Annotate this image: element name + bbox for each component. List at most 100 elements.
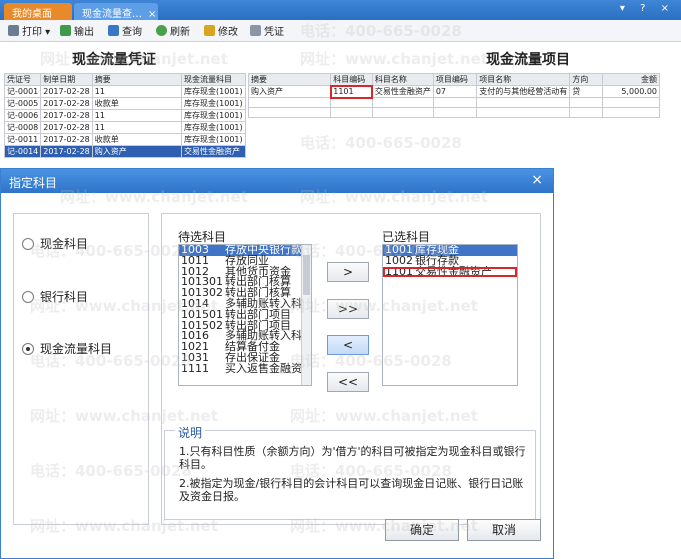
radio-icon[interactable] [22,238,34,250]
cell: 记-0001 [3,85,42,98]
table-row[interactable]: 记-0005 2017-02-28 收款单 库存现金(1001) [3,97,246,110]
radio-checked-icon[interactable] [22,343,34,355]
description-title: 说明 [175,424,206,441]
refresh-button[interactable]: 刷新 [156,23,190,39]
cell: 2017-02-28 [40,145,93,158]
radio-label: 现金科目 [40,237,89,251]
dialog-title-bar[interactable]: 指定科目 × [1,169,553,193]
table-header: 摘要 科目编码 科目名称 项目编码 项目名称 方向 金额 [247,73,660,86]
add-all-button[interactable]: >> [327,299,369,319]
cell: 2017-02-28 [40,133,93,146]
cell: 库存现金(1001) [181,133,246,146]
watermark-phone: 电话：400-665-0028 [300,134,462,152]
print-button[interactable]: 打印 ▾ [8,23,50,39]
tab-cashflow-query[interactable]: 现金流量查… × [74,3,158,20]
export-icon [60,25,71,36]
account-code-cell[interactable]: 1101 [329,84,374,99]
edit-button[interactable]: 修改 [204,23,238,39]
cell: 07 [432,85,478,98]
cell: 记-0011 [3,133,42,146]
voucher-icon [250,25,261,36]
account-code: 1111 [181,361,209,375]
table-row [247,97,660,108]
refresh-icon [156,25,167,36]
cell: 5,000.00 [602,85,660,98]
column-header: 制单日期 [40,73,93,86]
cell: 2017-02-28 [40,121,93,134]
candidate-list[interactable]: 1003 存放中央银行款 1011 存放同业 1012 其他货币资金 101301 转出… [178,244,312,386]
column-header: 金额 [602,73,660,86]
column-header: 摘要 [91,73,183,86]
table-row[interactable]: 记-0011 2017-02-28 收款单 库存现金(1001) [3,133,246,146]
account-code: 1101 [385,264,413,278]
column-header: 项目名称 [476,73,571,86]
cell: 11 [91,85,183,98]
close-icon[interactable]: × [531,172,543,188]
list-item-highlighted[interactable]: 1101 交易性金融资产 [383,264,517,278]
dialog-title: 指定科目 [9,176,58,190]
tab-desktop[interactable]: 我的桌面 [4,3,72,20]
table-row[interactable]: 记-0008 2017-02-28 11 库存现金(1001) [3,121,246,134]
cell: 记-0008 [3,121,42,134]
table-row [247,107,660,118]
radio-label: 银行科目 [40,290,89,304]
radio-bank-account[interactable]: 银行科目 [22,288,88,305]
add-one-button[interactable]: > [327,262,369,282]
scrollbar-thumb[interactable] [303,255,310,295]
column-header: 科目名称 [371,73,434,86]
table-row[interactable]: 记-0006 2017-02-28 11 库存现金(1001) [3,109,246,122]
cell: 记-0014 [3,145,42,158]
close-icon[interactable]: × [148,9,156,20]
table-row[interactable]: 记-0001 2017-02-28 11 库存现金(1001) [3,85,246,98]
column-header: 方向 [569,73,604,86]
printer-icon [8,25,19,36]
description-frame: 说明 1.只有科目性质（余额方向）为'借方'的科目可被指定为现金科目或银行科目。… [164,424,536,520]
account-name: 买入返售金融资 [225,361,302,375]
cell: 交易性金融资产 [371,85,434,98]
cell: 交易性金融资产 [181,145,246,158]
voucher-button[interactable]: 凭证 [250,23,284,39]
description-line: 1.只有科目性质（余额方向）为'借方'的科目可被指定为现金科目或银行科目。 [179,445,526,471]
pencil-icon [204,25,215,36]
table-row-selected[interactable]: 记-0014 2017-02-28 购入资产 交易性金融资产 [3,145,246,158]
cell: 11 [91,109,183,122]
candidate-scrollbar[interactable] [301,245,311,385]
cancel-button[interactable]: 取消 [467,519,541,541]
export-label: 输出 [74,27,94,38]
candidate-label: 待选科目 [178,230,227,244]
account-name: 交易性金融资产 [415,264,492,278]
radio-label: 现金流量科目 [40,342,113,356]
cell: 库存现金(1001) [181,85,246,98]
tab-label: 现金流量查… [82,9,142,20]
account-type-panel: 现金科目 银行科目 现金流量科目 [13,213,149,525]
radio-cashflow-account[interactable]: 现金流量科目 [22,340,112,357]
account-selection-panel: 待选科目 1003 存放中央银行款 1011 存放同业 1012 其他货币资金 101… [161,213,541,525]
cell: 11 [91,121,183,134]
cashflow-item-table: 摘要 科目编码 科目名称 项目编码 项目名称 方向 金额 购入资产 1101 交… [247,73,660,118]
radio-cash-account[interactable]: 现金科目 [22,235,88,252]
radio-icon[interactable] [22,291,34,303]
selected-list[interactable]: 1001 库存现金 1002 银行存款 1101 交易性金融资产 [382,244,518,386]
ok-button[interactable]: 确定 [385,519,459,541]
remove-one-button[interactable]: < [327,335,369,355]
cell: 贷 [569,85,604,98]
cell: 库存现金(1001) [181,121,246,134]
list-item[interactable]: 1111 买入返售金融资 [179,361,311,375]
cell: 库存现金(1001) [181,97,246,110]
export-button[interactable]: 输出 [60,23,94,39]
cell: 2017-02-28 [40,109,93,122]
query-label: 查询 [122,27,142,38]
remove-all-button[interactable]: << [327,372,369,392]
query-button[interactable]: 查询 [108,23,142,39]
cell: 2017-02-28 [40,97,93,110]
right-section-title: 现金流量项目 [486,52,570,68]
print-label: 打印 [22,27,42,38]
window-controls[interactable]: ▾ ? × [620,3,675,14]
search-icon [108,25,119,36]
left-section-title: 现金流量凭证 [72,52,156,68]
table-header: 凭证号 制单日期 摘要 现金流量科目 [3,73,246,86]
voucher-table: 凭证号 制单日期 摘要 现金流量科目 记-0001 2017-02-28 11 库存现… [3,73,246,158]
column-header: 项目编码 [432,73,478,86]
table-row[interactable]: 购入资产 1101 交易性金融资产 07 支付的与其他经营活动有 贷 5,000… [247,84,660,99]
refresh-label: 刷新 [170,27,190,38]
